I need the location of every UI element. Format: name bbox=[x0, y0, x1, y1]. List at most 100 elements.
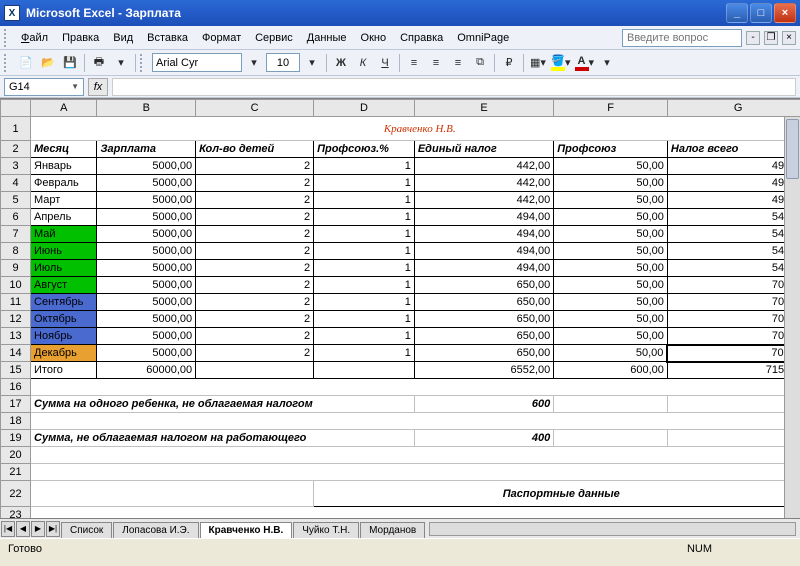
sheet-tab-active[interactable]: Кравченко Н.В. bbox=[200, 522, 293, 538]
cell[interactable]: 1 bbox=[314, 294, 415, 311]
cell[interactable]: Август bbox=[31, 277, 97, 294]
row-header[interactable]: 1 bbox=[1, 117, 31, 141]
cell[interactable]: 50,00 bbox=[554, 260, 668, 277]
cell[interactable]: 1 bbox=[314, 209, 415, 226]
menu-edit[interactable]: Правка bbox=[55, 29, 106, 47]
cell[interactable]: Итого bbox=[31, 362, 97, 379]
cell[interactable] bbox=[31, 447, 800, 464]
cell[interactable]: 5000,00 bbox=[97, 260, 196, 277]
cell[interactable] bbox=[554, 430, 668, 447]
cell[interactable]: 5000,00 bbox=[97, 311, 196, 328]
menu-window[interactable]: Окно bbox=[354, 29, 394, 47]
row-header[interactable]: 20 bbox=[1, 447, 31, 464]
cell[interactable] bbox=[196, 362, 314, 379]
cell[interactable]: 50,00 bbox=[554, 192, 668, 209]
cell[interactable]: 7152,00 bbox=[667, 362, 800, 379]
save-button[interactable]: 💾 bbox=[60, 53, 80, 73]
cell[interactable]: 2 bbox=[196, 328, 314, 345]
cell[interactable] bbox=[314, 362, 415, 379]
cell[interactable]: 5000,00 bbox=[97, 209, 196, 226]
cell[interactable]: Профсоюз bbox=[554, 141, 668, 158]
cell[interactable]: Октябрь bbox=[31, 311, 97, 328]
cell[interactable]: 5000,00 bbox=[97, 294, 196, 311]
cell[interactable]: 700,00 bbox=[667, 294, 800, 311]
col-header[interactable]: D bbox=[314, 100, 415, 117]
cell[interactable]: 2 bbox=[196, 158, 314, 175]
cell[interactable]: 1 bbox=[314, 175, 415, 192]
cell[interactable]: 650,00 bbox=[414, 328, 553, 345]
cell[interactable] bbox=[667, 396, 800, 413]
row-header[interactable]: 10 bbox=[1, 277, 31, 294]
sheet-title-cell[interactable]: Кравченко Н.В. bbox=[31, 117, 800, 141]
row-header[interactable]: 14 bbox=[1, 345, 31, 362]
col-header[interactable]: E bbox=[414, 100, 553, 117]
cell[interactable]: 50,00 bbox=[554, 226, 668, 243]
sheet-tab[interactable]: Чуйко Т.Н. bbox=[293, 522, 359, 538]
doc-minimize-button[interactable]: - bbox=[746, 31, 760, 45]
open-button[interactable]: 📂 bbox=[38, 53, 58, 73]
tab-last-button[interactable]: ▶| bbox=[46, 521, 60, 537]
cell[interactable]: Май bbox=[31, 226, 97, 243]
cell[interactable]: 544,00 bbox=[667, 226, 800, 243]
cell[interactable]: Июль bbox=[31, 260, 97, 277]
cell[interactable]: Сентябрь bbox=[31, 294, 97, 311]
menu-file[interactable]: Файл bbox=[14, 29, 55, 47]
name-box[interactable]: G14▼ bbox=[4, 78, 84, 96]
horizontal-scrollbar[interactable] bbox=[429, 522, 796, 536]
cell[interactable]: 5000,00 bbox=[97, 158, 196, 175]
cell[interactable]: 2 bbox=[196, 192, 314, 209]
cell[interactable]: 50,00 bbox=[554, 345, 668, 362]
col-header[interactable]: B bbox=[97, 100, 196, 117]
cell[interactable]: 650,00 bbox=[414, 277, 553, 294]
cell[interactable]: 2 bbox=[196, 345, 314, 362]
cell[interactable]: 700,00 bbox=[667, 311, 800, 328]
font-color-button[interactable]: А▾ bbox=[574, 53, 596, 73]
cell[interactable]: Июнь bbox=[31, 243, 97, 260]
col-header[interactable]: F bbox=[554, 100, 668, 117]
toolbar-options-button[interactable]: ▾ bbox=[111, 53, 131, 73]
sheet-tab[interactable]: Лопасова И.Э. bbox=[113, 522, 198, 538]
cell[interactable]: 1 bbox=[314, 192, 415, 209]
menu-view[interactable]: Вид bbox=[106, 29, 140, 47]
row-header[interactable]: 19 bbox=[1, 430, 31, 447]
cell[interactable]: Месяц bbox=[31, 141, 97, 158]
grip-icon[interactable] bbox=[4, 29, 10, 47]
menu-service[interactable]: Сервис bbox=[248, 29, 300, 47]
cell[interactable]: 1 bbox=[314, 158, 415, 175]
cell[interactable]: Единый налог bbox=[414, 141, 553, 158]
cell[interactable]: 1 bbox=[314, 260, 415, 277]
cell[interactable]: 1 bbox=[314, 277, 415, 294]
col-header[interactable]: C bbox=[196, 100, 314, 117]
fill-color-button[interactable]: 🪣▾ bbox=[550, 53, 572, 73]
cell[interactable]: 1 bbox=[314, 345, 415, 362]
cell[interactable]: 600,00 bbox=[554, 362, 668, 379]
cell[interactable]: 50,00 bbox=[554, 277, 668, 294]
sheet-tab[interactable]: Морданов bbox=[360, 522, 425, 538]
cell[interactable]: 1 bbox=[314, 311, 415, 328]
font-size-select[interactable] bbox=[266, 53, 300, 72]
row-header[interactable]: 15 bbox=[1, 362, 31, 379]
cell[interactable]: 2 bbox=[196, 175, 314, 192]
cell[interactable] bbox=[554, 396, 668, 413]
row-header[interactable]: 5 bbox=[1, 192, 31, 209]
cell[interactable] bbox=[31, 413, 800, 430]
row-header[interactable]: 17 bbox=[1, 396, 31, 413]
doc-close-button[interactable]: × bbox=[782, 31, 796, 45]
cell[interactable]: 2 bbox=[196, 277, 314, 294]
cell[interactable]: Февраль bbox=[31, 175, 97, 192]
formula-input[interactable] bbox=[112, 78, 796, 96]
sheet-tab[interactable]: Список bbox=[61, 522, 112, 538]
cell[interactable]: 2 bbox=[196, 226, 314, 243]
align-left-button[interactable]: ≡ bbox=[404, 53, 424, 73]
tab-prev-button[interactable]: ◀ bbox=[16, 521, 30, 537]
cell[interactable]: 2 bbox=[196, 260, 314, 277]
align-right-button[interactable]: ≡ bbox=[448, 53, 468, 73]
cell[interactable]: 492,00 bbox=[667, 175, 800, 192]
cell[interactable]: Паспортные данные bbox=[314, 481, 800, 507]
cell[interactable]: 5000,00 bbox=[97, 328, 196, 345]
dropdown-icon[interactable]: ▾ bbox=[244, 53, 264, 73]
cell[interactable]: 5000,00 bbox=[97, 243, 196, 260]
italic-button[interactable]: К bbox=[353, 53, 373, 73]
fx-button[interactable]: fx bbox=[88, 78, 108, 96]
worksheet-area[interactable]: A B C D E F G 1 Кравченко Н.В. 2 Месяц З… bbox=[0, 98, 800, 538]
